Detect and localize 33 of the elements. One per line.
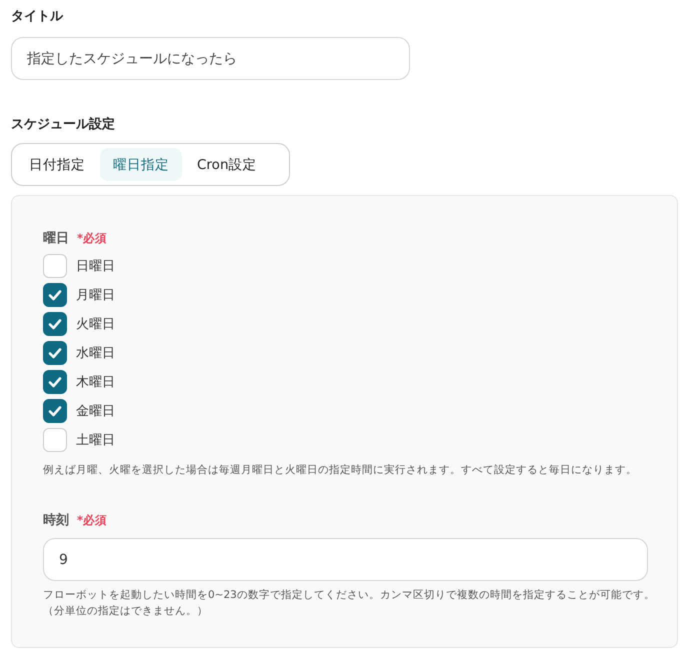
required-label: *必須: [77, 230, 108, 246]
field-label: タイトル: [11, 8, 64, 26]
checkmark-icon: [48, 289, 62, 301]
checkbox-label: 金曜日: [76, 403, 115, 420]
time-input[interactable]: 9: [43, 538, 648, 581]
title-input[interactable]: 指定したスケジュールになったら: [11, 37, 410, 80]
checkbox-label: 月曜日: [76, 287, 115, 304]
checkbox[interactable]: [43, 254, 67, 278]
checkbox[interactable]: [43, 341, 67, 365]
tab[interactable]: Cron設定: [184, 148, 270, 181]
checkbox[interactable]: [43, 399, 67, 423]
help-text: （分単位の指定はできません。）: [43, 604, 209, 619]
checkmark-icon: [48, 405, 62, 417]
help-text: 例えば月曜、火曜を選択した場合は毎週月曜日と火曜日の指定時間に実行されます。すべて設定すると毎日になります。: [43, 463, 638, 478]
section-label: スケジュール設定: [11, 116, 116, 134]
checkbox-label: 土曜日: [76, 432, 115, 449]
checkbox-label: 水曜日: [76, 345, 115, 362]
tab[interactable]: 日付指定: [16, 148, 98, 181]
checkmark-icon: [48, 376, 62, 388]
checkmark-icon: [48, 347, 62, 359]
checkbox-label: 木曜日: [76, 374, 115, 391]
checkmark-icon: [48, 318, 62, 330]
help-text: フローボットを起動したい時間を0~23の数字で指定してください。カンマ区切りで複数の時間を指定することが可能です。: [43, 588, 646, 603]
checkbox[interactable]: [43, 428, 67, 452]
required-label: *必須: [77, 512, 108, 528]
field-label: 曜日: [43, 230, 69, 247]
checkbox-label: 火曜日: [76, 316, 115, 333]
checkbox-label: 日曜日: [76, 258, 115, 275]
checkbox[interactable]: [43, 370, 67, 394]
field-label: 時刻: [43, 512, 69, 529]
tab[interactable]: 曜日指定: [100, 148, 182, 181]
checkbox[interactable]: [43, 312, 67, 336]
checkbox[interactable]: [43, 283, 67, 307]
